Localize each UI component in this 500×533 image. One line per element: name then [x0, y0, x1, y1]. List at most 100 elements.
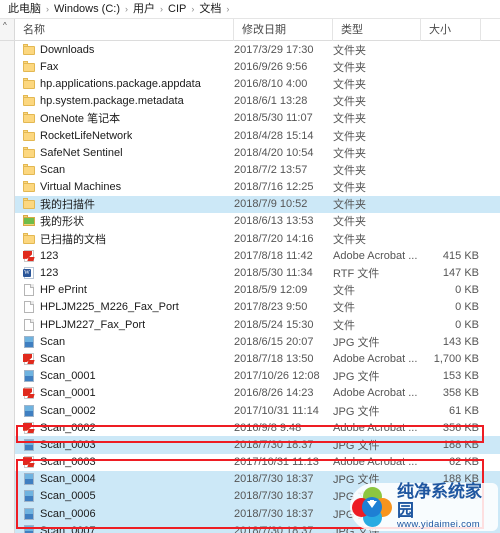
table-row[interactable]: Scan 2018/7/2 13:57 文件夹 [15, 161, 500, 178]
table-row[interactable]: OneNote 笔记本 2018/5/30 11:07 文件夹 [15, 110, 500, 127]
file-name-cell[interactable]: Scan_0007 [15, 524, 234, 533]
file-name-cell[interactable]: Scan_0004 [15, 473, 234, 486]
file-name-cell[interactable]: 123 [15, 249, 234, 262]
file-name-cell[interactable]: HP ePrint [15, 284, 234, 297]
file-name-label: Scan_0006 [40, 507, 96, 520]
column-header-size[interactable]: 大小 [421, 18, 481, 41]
table-row[interactable]: Scan_0001 2017/10/26 12:08 JPG 文件 153 KB [15, 368, 500, 385]
breadcrumb-item-4[interactable]: 文档 [197, 0, 223, 18]
table-row[interactable]: 我的形状 2018/6/13 13:53 文件夹 [15, 213, 500, 230]
file-name-cell[interactable]: 我的扫描件 [15, 196, 234, 212]
chevron-up-icon[interactable]: ^ [3, 22, 7, 30]
file-name-cell[interactable]: Scan [15, 352, 234, 365]
file-list[interactable]: Downloads 2017/3/29 17:30 文件夹 Fax 2016/9/26 … [15, 41, 500, 533]
pdf-icon [23, 352, 35, 365]
table-row[interactable]: Downloads 2017/3/29 17:30 文件夹 [15, 41, 500, 58]
file-type-cell: 文件夹 [333, 182, 366, 195]
file-name-cell[interactable]: Scan_0002 [15, 404, 234, 417]
file-name-cell[interactable]: hp.system.package.metadata [15, 95, 234, 107]
file-name-cell[interactable]: Scan_0002 [15, 421, 234, 434]
table-row[interactable]: 已扫描的文档 2018/7/20 14:16 文件夹 [15, 230, 500, 247]
table-row[interactable]: Fax 2016/9/26 9:56 文件夹 [15, 58, 500, 75]
table-row[interactable]: HPLJM225_M226_Fax_Port 2017/8/23 9:50 文件 0 … [15, 299, 500, 316]
file-type-cell: 文件夹 [333, 199, 366, 212]
file-name-cell[interactable]: Fax [15, 60, 234, 73]
file-type-cell: 文件 [333, 319, 355, 332]
column-header-name[interactable]: ^ 名称 [15, 18, 234, 41]
file-name-cell[interactable]: Downloads [15, 43, 234, 56]
column-header-date-label: 修改日期 [242, 23, 286, 36]
table-row[interactable]: 123 2017/8/18 11:42 Adobe Acrobat ... 415 K… [15, 247, 500, 264]
file-list-region[interactable]: Downloads 2017/3/29 17:30 文件夹 Fax 2016/9/26 … [0, 41, 500, 533]
table-row[interactable]: Virtual Machines 2018/7/16 12:25 文件夹 [15, 179, 500, 196]
table-row[interactable]: W 123 2018/5/30 11:34 RTF 文件 147 KB [15, 264, 500, 281]
pdf-icon [23, 456, 35, 469]
file-name-label: 123 [40, 249, 59, 262]
file-type-cell: Adobe Acrobat ... [333, 387, 418, 400]
file-name-cell[interactable]: Scan_0005 [15, 490, 234, 503]
file-icon [23, 301, 35, 314]
table-row[interactable]: hp.system.package.metadata 2018/6/1 13:28… [15, 93, 500, 110]
column-header-name-label: 名称 [23, 23, 45, 36]
file-type-cell: 文件夹 [333, 164, 366, 177]
file-date-cell: 2016/9/8 9:48 [234, 421, 302, 434]
table-row[interactable]: Scan_0002 2017/10/31 11:14 JPG 文件 61 KB [15, 402, 500, 419]
table-row[interactable]: RocketLifeNetwork 2018/4/28 15:14 文件夹 [15, 127, 500, 144]
file-name-cell[interactable]: SafeNet Sentinel [15, 146, 234, 159]
file-name-label: Scan [40, 352, 66, 365]
file-name-cell[interactable]: 我的形状 [15, 213, 234, 229]
table-row[interactable]: Scan_0003 2018/7/30 18:37 JPG 文件 188 KB [15, 436, 500, 454]
file-date-cell: 2018/7/30 18:37 [234, 490, 314, 503]
table-row[interactable]: Scan 2018/7/18 13:50 Adobe Acrobat ... 1,70… [15, 350, 500, 367]
file-date-cell: 2018/7/2 13:57 [234, 163, 308, 176]
file-name-cell[interactable]: Scan [15, 163, 234, 176]
folder-icon [23, 163, 35, 176]
file-name-cell[interactable]: 已扫描的文档 [15, 231, 234, 247]
navigation-pane-strip[interactable] [0, 41, 15, 533]
breadcrumb-item-0[interactable]: 此电脑 [6, 0, 43, 18]
file-name-cell[interactable]: RocketLifeNetwork [15, 129, 234, 142]
table-row[interactable]: Scan_0002 2016/9/8 9:48 Adobe Acrobat ... 3… [15, 419, 500, 436]
file-name-cell[interactable]: HPLJM227_Fax_Port [15, 318, 234, 331]
breadcrumb-item-1[interactable]: Windows (C:) [52, 0, 122, 18]
file-name-cell[interactable]: OneNote 笔记本 [15, 110, 234, 126]
column-header-type[interactable]: 类型 [333, 18, 421, 41]
table-row[interactable]: Scan_0003 2017/10/31 11:13 Adobe Acrobat .… [15, 454, 500, 471]
table-row[interactable]: Scan_0001 2016/8/26 14:23 Adobe Acrobat ..… [15, 385, 500, 402]
breadcrumb-item-2[interactable]: 用户 [131, 0, 157, 18]
file-name-cell[interactable]: Scan [15, 335, 234, 348]
file-name-label: HPLJM227_Fax_Port [40, 318, 146, 331]
breadcrumb[interactable]: 此电脑 › Windows (C:) › 用户 › CIP › 文档 › [0, 0, 500, 19]
table-row[interactable]: HPLJM227_Fax_Port 2018/5/24 15:30 文件 0 KB [15, 316, 500, 333]
file-date-cell: 2017/8/23 9:50 [234, 301, 308, 314]
file-name-label: Scan_0003 [40, 438, 96, 451]
file-name-cell[interactable]: Scan_0006 [15, 507, 234, 520]
file-name-label: Scan [40, 163, 66, 176]
file-type-cell: JPG 文件 [333, 336, 380, 349]
breadcrumb-item-3[interactable]: CIP [166, 0, 188, 18]
file-date-cell: 2018/6/13 13:53 [234, 215, 314, 228]
file-name-cell[interactable]: hp.applications.package.appdata [15, 77, 234, 90]
pdf-icon [23, 249, 35, 262]
file-name-cell[interactable]: Scan_0001 [15, 370, 234, 383]
file-type-cell: RTF 文件 [333, 268, 380, 281]
file-size-cell: 0 KB [455, 301, 479, 314]
file-name-cell[interactable]: Scan_0003 [15, 438, 234, 451]
file-name-cell[interactable]: Scan_0001 [15, 387, 234, 400]
table-row[interactable]: 我的扫描件 2018/7/9 10:52 文件夹 [15, 195, 500, 213]
file-size-cell: 0 KB [455, 284, 479, 297]
table-row[interactable]: hp.applications.package.appdata 2016/8/10… [15, 75, 500, 92]
folder-icon [23, 77, 35, 90]
table-row[interactable]: HP ePrint 2018/5/9 12:09 文件 0 KB [15, 282, 500, 299]
column-header-date[interactable]: 修改日期 [234, 18, 333, 41]
file-name-cell[interactable]: HPLJM225_M226_Fax_Port [15, 301, 234, 314]
jpg-icon [23, 490, 35, 503]
folder-icon [23, 198, 35, 210]
file-name-cell[interactable]: Virtual Machines [15, 181, 234, 193]
file-name-cell[interactable]: W 123 [15, 267, 234, 280]
table-row[interactable]: SafeNet Sentinel 2018/4/20 10:54 文件夹 [15, 144, 500, 161]
file-name-cell[interactable]: Scan_0003 [15, 456, 234, 469]
file-date-cell: 2016/8/26 14:23 [234, 387, 314, 400]
navigation-pane-edge[interactable]: ^ [0, 19, 15, 40]
table-row[interactable]: Scan 2018/6/15 20:07 JPG 文件 143 KB [15, 333, 500, 350]
